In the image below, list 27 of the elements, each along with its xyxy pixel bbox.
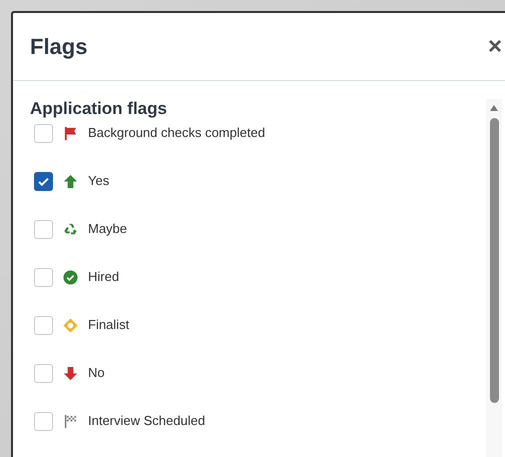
- checkbox[interactable]: [34, 364, 53, 382]
- flag-label: Interview Scheduled: [88, 412, 206, 430]
- arrow-up-icon: [63, 174, 78, 188]
- section-heading: Application flags: [30, 98, 168, 120]
- flag-label: Maybe: [88, 220, 128, 238]
- flag-icon: [63, 126, 78, 140]
- checkbox[interactable]: [34, 412, 53, 430]
- scroll-up-icon[interactable]: [490, 105, 498, 111]
- target-icon: [63, 318, 78, 332]
- close-button[interactable]: ×: [488, 34, 502, 58]
- flag-label: Background checks completed: [88, 124, 266, 142]
- checkbox[interactable]: [34, 172, 53, 190]
- checkbox[interactable]: [34, 268, 53, 286]
- checkbox[interactable]: [34, 220, 53, 238]
- flag-label: Hired: [88, 268, 120, 286]
- flag-label: No: [88, 364, 105, 382]
- flag-label: Yes: [88, 172, 110, 190]
- scrollbar[interactable]: [486, 99, 502, 457]
- checkbox[interactable]: [34, 124, 53, 142]
- check-circle-icon: [63, 270, 78, 284]
- checkbox[interactable]: [34, 316, 53, 334]
- flag-label: Finalist: [88, 316, 130, 334]
- scrollbar-thumb[interactable]: [490, 118, 498, 403]
- recycle-icon: [63, 222, 78, 236]
- dialog-title: Flags: [30, 33, 88, 61]
- checkered-flag-icon: [63, 414, 78, 428]
- arrow-down-icon: [63, 366, 78, 380]
